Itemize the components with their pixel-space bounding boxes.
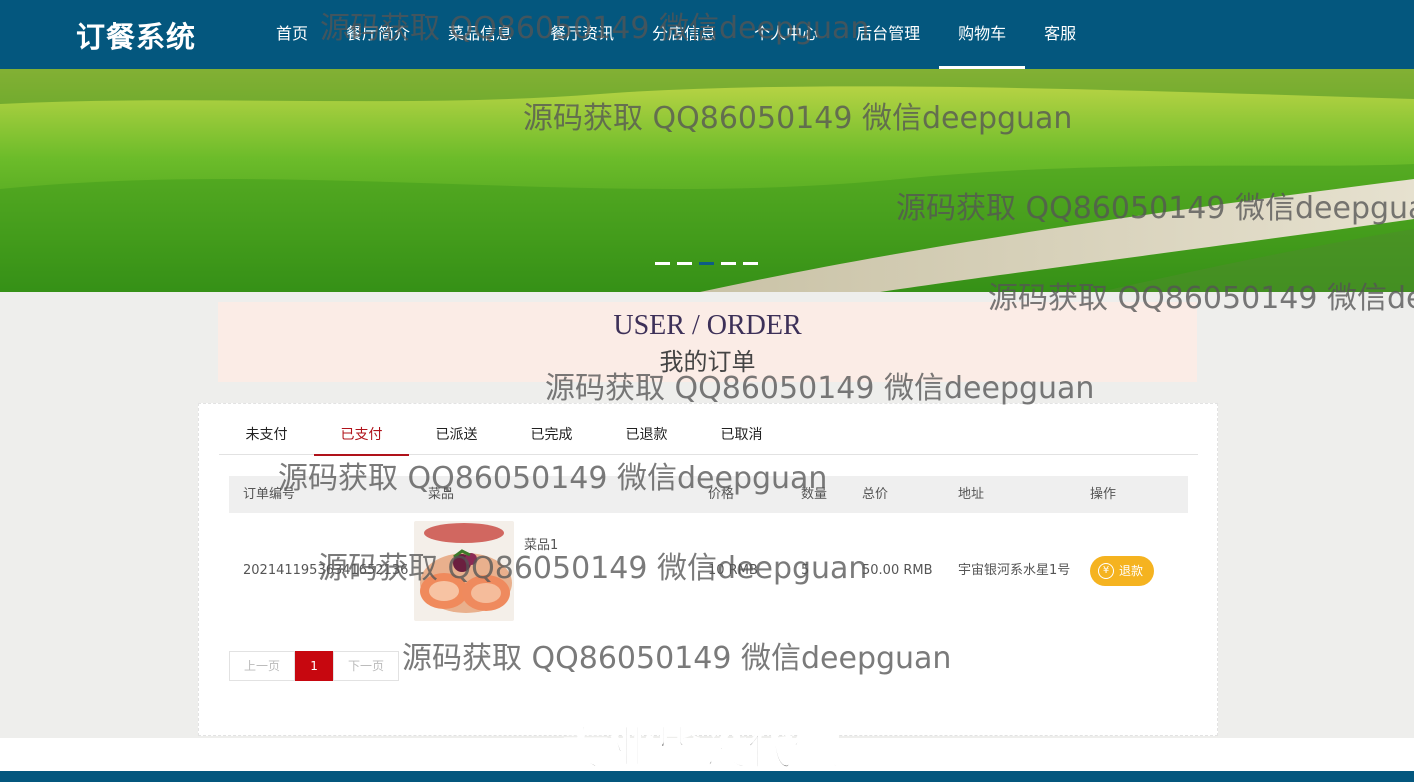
header-action: 操作 <box>1090 487 1117 502</box>
nav-admin[interactable]: 后台管理 <box>837 0 939 69</box>
table-header: 订单编号 菜品 价格 数量 总价 地址 操作 <box>229 476 1188 513</box>
carousel-dot[interactable] <box>721 262 736 265</box>
header-dish: 菜品 <box>428 487 455 502</box>
tab-unpaid[interactable]: 未支付 <box>219 419 314 455</box>
page-1-button[interactable]: 1 <box>295 651 334 681</box>
footer-area <box>0 738 1414 771</box>
order-number: 20214119536341652136 <box>243 563 409 578</box>
carousel-dot[interactable] <box>743 262 758 265</box>
carousel-dot[interactable] <box>677 262 692 265</box>
tab-refunded[interactable]: 已退款 <box>599 419 694 455</box>
tab-paid[interactable]: 已支付 <box>314 419 409 456</box>
header-price: 价格 <box>708 487 735 502</box>
dish-price: 10 RMB <box>708 563 758 578</box>
nav-restaurant-intro[interactable]: 餐厅简介 <box>327 0 429 69</box>
action-cell: ¥ 退款 <box>1076 513 1188 628</box>
order-table: 订单编号 菜品 价格 数量 总价 地址 操作 20214119536341652… <box>229 476 1188 628</box>
nav-user-center[interactable]: 个人中心 <box>735 0 837 69</box>
nav-home[interactable]: 首页 <box>257 0 327 69</box>
site-logo[interactable]: 订餐系统 <box>76 14 196 56</box>
tab-cancelled[interactable]: 已取消 <box>694 419 789 455</box>
banner-image <box>0 69 1414 292</box>
dish-cell: 菜品1 <box>414 513 694 628</box>
header-total: 总价 <box>862 487 889 502</box>
banner-carousel[interactable] <box>0 69 1414 292</box>
header-quantity: 数量 <box>801 487 828 502</box>
yen-icon: ¥ <box>1098 562 1114 579</box>
dish-name[interactable]: 菜品1 <box>524 534 558 553</box>
nav-branches[interactable]: 分店信息 <box>633 0 735 69</box>
order-status-tabs: 未支付 已支付 已派送 已完成 已退款 已取消 <box>219 419 1198 456</box>
dish-image[interactable] <box>414 520 514 621</box>
top-navbar: 订餐系统 首页 餐厅简介 菜品信息 餐厅资讯 分店信息 个人中心 后台管理 购物… <box>0 0 1414 69</box>
carousel-dot-active[interactable] <box>699 262 714 265</box>
page-title-card: USER / ORDER 我的订单 <box>218 302 1197 382</box>
header-address: 地址 <box>958 487 985 502</box>
header-order-no: 订单编号 <box>243 487 296 502</box>
nav-service[interactable]: 客服 <box>1025 0 1095 69</box>
nav-news[interactable]: 餐厅资讯 <box>531 0 633 69</box>
refund-label: 退款 <box>1119 564 1144 578</box>
page-title-cn: 我的订单 <box>659 348 756 376</box>
tab-dispatched[interactable]: 已派送 <box>409 419 504 455</box>
carousel-dot[interactable] <box>655 262 670 265</box>
table-row: 20214119536341652136 菜品1 10 RMB 5 50.00 … <box>229 513 1188 628</box>
pagination: 上一页 1 下一页 <box>229 651 400 681</box>
nav-dishes[interactable]: 菜品信息 <box>429 0 531 69</box>
delivery-address: 宇宙银河系水星1号 <box>958 562 1071 578</box>
prev-page-button[interactable]: 上一页 <box>229 651 296 681</box>
dish-quantity: 5 <box>801 563 810 578</box>
order-panel: 未支付 已支付 已派送 已完成 已退款 已取消 订单编号 菜品 价格 数量 总价… <box>198 403 1218 736</box>
next-page-button[interactable]: 下一页 <box>333 651 400 681</box>
carousel-indicators <box>655 262 758 265</box>
refund-button[interactable]: ¥ 退款 <box>1090 555 1155 586</box>
footer-bar <box>0 771 1414 782</box>
tab-completed[interactable]: 已完成 <box>504 419 599 455</box>
order-total: 50.00 RMB <box>862 562 933 578</box>
page-title-en: USER / ORDER <box>613 310 802 341</box>
nav-cart[interactable]: 购物车 <box>939 0 1026 69</box>
main-nav: 首页 餐厅简介 菜品信息 餐厅资讯 分店信息 个人中心 后台管理 购物车 客服 <box>257 0 1095 69</box>
